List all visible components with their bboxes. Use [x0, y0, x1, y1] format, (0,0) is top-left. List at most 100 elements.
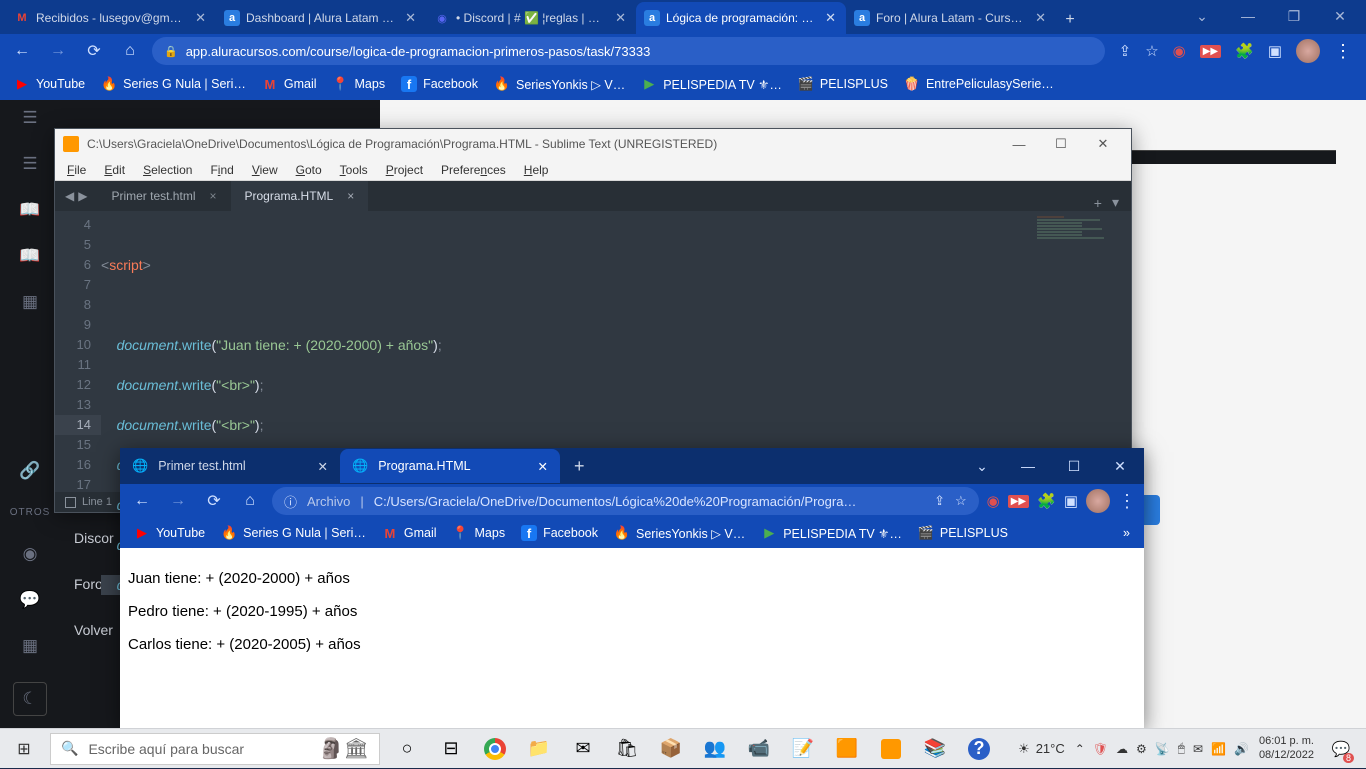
minimize-button[interactable]: ―	[1006, 450, 1050, 482]
sublime-app[interactable]	[870, 729, 912, 769]
menu-help[interactable]: Help	[516, 161, 557, 179]
close-icon[interactable]: ✕	[403, 10, 418, 26]
star-icon[interactable]: ☆	[1145, 42, 1158, 60]
menu-goto[interactable]: Goto	[288, 161, 330, 179]
close-icon[interactable]: ×	[347, 189, 354, 203]
menu-tools[interactable]: Tools	[332, 161, 376, 179]
extensions-icon[interactable]: 🧩	[1235, 42, 1254, 60]
forum-icon[interactable]: 💬	[19, 590, 40, 610]
sublime-titlebar[interactable]: C:\Users\Graciela\OneDrive\Documentos\Ló…	[55, 129, 1131, 159]
bookmark-series[interactable]: 🔥Series G Nula | Seri…	[101, 76, 246, 92]
explorer-app[interactable]: 📁	[518, 729, 560, 769]
menu-edit[interactable]: Edit	[96, 161, 133, 179]
close-button[interactable]: ✕	[1318, 2, 1362, 30]
tab-logica-active[interactable]: aLógica de programación: Prim✕	[636, 2, 846, 34]
url-input[interactable]: 🔒 app.aluracursos.com/course/logica-de-p…	[152, 37, 1105, 65]
bookmark-youtube[interactable]: ▶YouTube	[14, 76, 85, 92]
chevron-down-icon[interactable]: ⌄	[1180, 2, 1224, 30]
minimize-button[interactable]: ―	[1226, 2, 1270, 30]
menu-button[interactable]: ⋮	[1334, 41, 1352, 62]
link-icon[interactable]: 🔗	[19, 461, 40, 481]
tray-icon[interactable]: 🛡	[1093, 742, 1108, 756]
back-icon[interactable]: ▦	[22, 636, 38, 656]
teams-app[interactable]: 👥	[694, 729, 736, 769]
bookmark-seriesyonkis[interactable]: 🔥SeriesYonkis ▷ V…	[494, 76, 625, 92]
tab-primer[interactable]: 🌐Primer test.html✕	[120, 449, 340, 483]
store-app[interactable]: 🛍	[606, 729, 648, 769]
profile-avatar[interactable]	[1296, 39, 1320, 63]
bookmark-series[interactable]: 🔥Series G Nula | Seri…	[221, 525, 366, 541]
home-button[interactable]: ⌂	[116, 37, 144, 65]
close-icon[interactable]: ✕	[613, 10, 628, 26]
maximize-button[interactable]: ☐	[1041, 132, 1081, 156]
bookmark-gmail[interactable]: MGmail	[382, 525, 437, 541]
nav-back-icon[interactable]: ◀	[65, 189, 74, 203]
bookmark-pelisplus[interactable]: 🎬PELISPLUS	[798, 76, 888, 92]
grid-icon[interactable]: ▦	[22, 292, 38, 312]
extension-icon[interactable]: ◉	[1173, 42, 1186, 60]
tray-icon[interactable]: 🖱	[1178, 741, 1185, 756]
more-bookmarks-icon[interactable]: »	[1123, 526, 1130, 540]
forward-button[interactable]: →	[164, 487, 192, 515]
minimize-button[interactable]: ―	[999, 132, 1039, 156]
nav-fwd-icon[interactable]: ▶	[78, 189, 87, 203]
dropbox-app[interactable]: 📦	[650, 729, 692, 769]
close-button[interactable]: ✕	[1098, 450, 1142, 482]
list-icon[interactable]: ☰	[22, 108, 37, 128]
star-icon[interactable]: ☆	[955, 493, 967, 509]
new-file-icon[interactable]: +	[1094, 195, 1102, 211]
tray-icon[interactable]: ✉	[1193, 742, 1203, 756]
menu-selection[interactable]: Selection	[135, 161, 200, 179]
notes-app[interactable]: 📝	[782, 729, 824, 769]
office-app[interactable]: 🟧	[826, 729, 868, 769]
bookmark-youtube[interactable]: ▶YouTube	[134, 525, 205, 541]
bookmark-entrepeliculas[interactable]: 🍿EntrePeliculasySerie…	[904, 76, 1054, 92]
start-button[interactable]: ⊞	[0, 729, 48, 769]
discord-icon[interactable]: ◉	[23, 544, 38, 564]
forward-button[interactable]: →	[44, 37, 72, 65]
maximize-button[interactable]: ☐	[1052, 450, 1096, 482]
menu-find[interactable]: Find	[202, 161, 241, 179]
reading-list-icon[interactable]: ▣	[1064, 492, 1078, 510]
moon-icon[interactable]: ☾	[13, 682, 46, 716]
tray-icon[interactable]: ⌃	[1075, 742, 1085, 756]
bookmark-pelisplus[interactable]: 🎬PELISPLUS	[918, 525, 1008, 541]
bookmark-pelispedia[interactable]: ▶PELISPEDIA TV ⚜…	[761, 525, 902, 541]
close-icon[interactable]: ✕	[823, 10, 838, 26]
restore-button[interactable]: ❐	[1272, 2, 1316, 30]
new-tab-button[interactable]: +	[560, 456, 599, 477]
search-input[interactable]: 🔍 Escribe aquí para buscar 🗿🏛	[50, 733, 380, 765]
notifications-button[interactable]: 💬8	[1324, 729, 1358, 769]
list-icon[interactable]: ☰	[22, 154, 37, 174]
menu-button[interactable]: ⋮	[1118, 491, 1136, 512]
tab-dashboard[interactable]: aDashboard | Alura Latam - Cu✕	[216, 2, 426, 34]
close-icon[interactable]: ✕	[193, 10, 208, 26]
extensions-icon[interactable]: 🧩	[1037, 492, 1056, 510]
help-app[interactable]: ?	[958, 729, 1000, 769]
back-button[interactable]: ←	[8, 37, 36, 65]
menu-icon[interactable]: ▾	[1112, 194, 1119, 211]
close-icon[interactable]: ✕	[1033, 10, 1048, 26]
tab-foro[interactable]: aForo | Alura Latam - Cursos c✕	[846, 2, 1056, 34]
tray-icon[interactable]: 📡	[1155, 742, 1170, 756]
close-icon[interactable]: ✕	[538, 459, 548, 474]
tab-gmail[interactable]: MRecibidos - lusegov@gmail.c✕	[6, 2, 216, 34]
tray-icon[interactable]: ⚙	[1136, 742, 1147, 756]
share-icon[interactable]: ⇪	[1119, 42, 1132, 60]
volume-icon[interactable]: 🔊	[1234, 742, 1249, 756]
menu-view[interactable]: View	[244, 161, 286, 179]
bookmark-pelispedia[interactable]: ▶PELISPEDIA TV ⚜…	[641, 76, 782, 92]
share-icon[interactable]: ⇪	[934, 493, 945, 509]
bookmark-maps[interactable]: 📍Maps	[333, 76, 386, 92]
book-icon[interactable]: 📖	[19, 200, 40, 220]
home-button[interactable]: ⌂	[236, 487, 264, 515]
winrar-app[interactable]: 📚	[914, 729, 956, 769]
file-tab-primer[interactable]: Primer test.html×	[97, 181, 230, 211]
close-button[interactable]: ✕	[1083, 132, 1123, 156]
chevron-down-icon[interactable]: ⌄	[960, 450, 1004, 482]
file-tab-programa[interactable]: Programa.HTML×	[231, 181, 369, 211]
new-tab-button[interactable]: +	[1056, 6, 1084, 34]
extension-icon[interactable]: ◉	[987, 492, 1000, 510]
wifi-icon[interactable]: 📶	[1211, 742, 1226, 756]
clock[interactable]: 06:01 p. m. 08/12/2022	[1259, 735, 1314, 763]
